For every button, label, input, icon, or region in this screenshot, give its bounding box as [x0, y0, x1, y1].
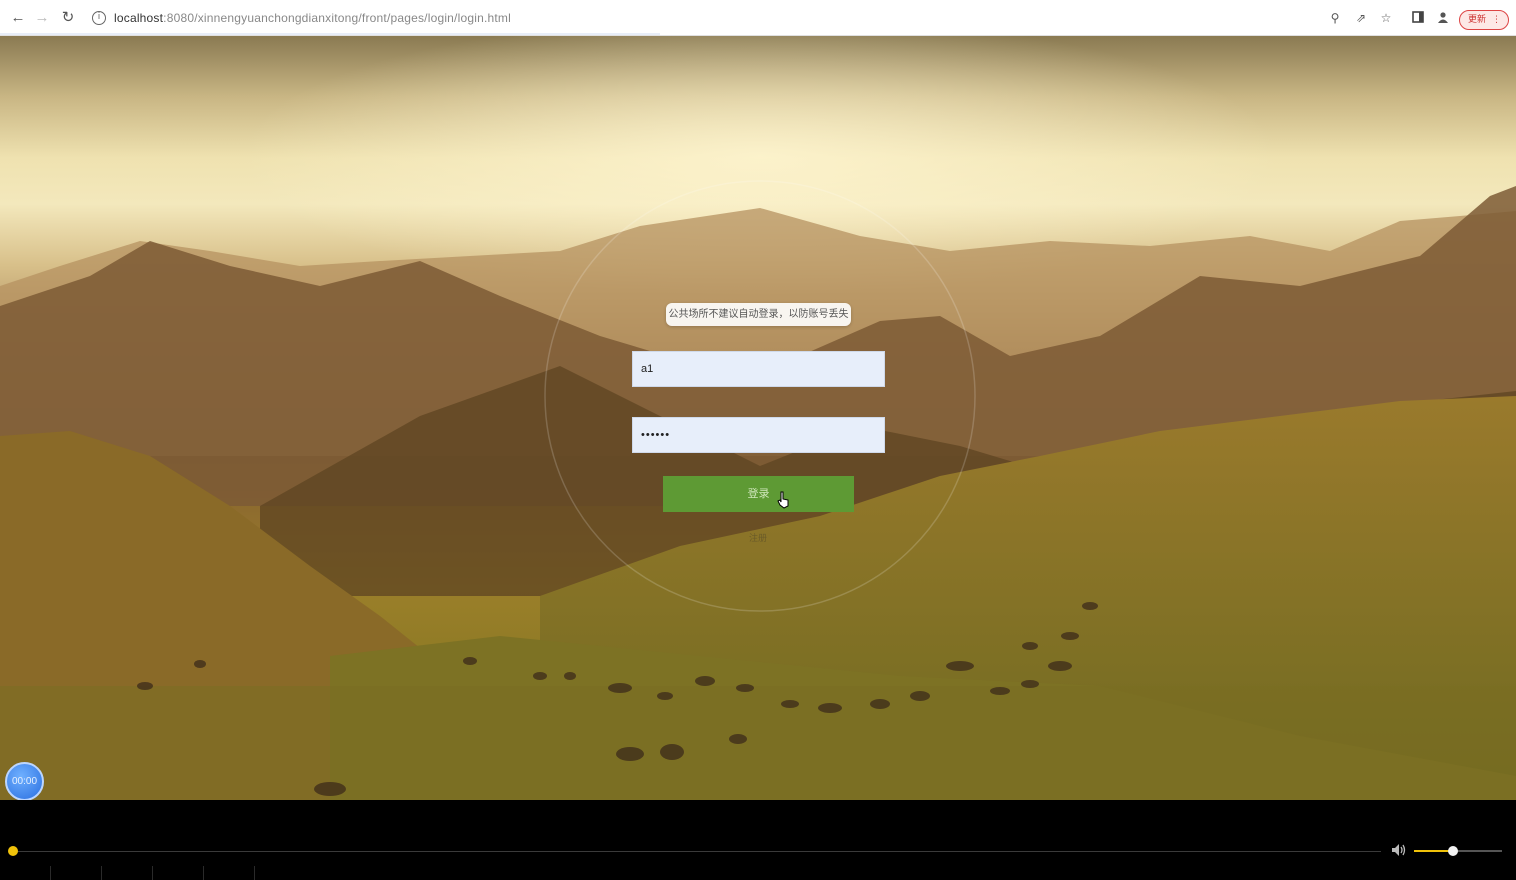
star-icon[interactable]: ☆ — [1379, 11, 1393, 25]
password-input[interactable]: •••••• — [632, 417, 885, 453]
login-button[interactable]: 登录 — [663, 476, 854, 512]
update-button[interactable]: 更新 ⋮ — [1459, 10, 1509, 30]
progress-track[interactable] — [13, 851, 1381, 852]
login-page: 公共场所不建议自动登录，以防账号丢失 a1 •••••• 登录 注册 00:00 — [0, 36, 1516, 800]
reload-icon[interactable]: ↻ — [58, 8, 78, 28]
player-divider — [254, 866, 255, 880]
menu-dots-icon[interactable]: ⋮ — [1492, 11, 1501, 28]
player-divider — [50, 866, 51, 880]
url-host: localhost — [114, 11, 164, 25]
register-link[interactable]: 注册 — [741, 531, 775, 544]
update-label: 更新 — [1468, 14, 1487, 24]
progress-knob[interactable] — [8, 846, 18, 856]
url-path: :8080/xinnengyuanchongdianxitong/front/p… — [163, 11, 511, 25]
share-icon[interactable]: ⇗ — [1354, 11, 1368, 25]
volume-knob[interactable] — [1448, 846, 1458, 856]
clock-badge[interactable]: 00:00 — [5, 762, 44, 800]
sidepanel-icon[interactable] — [1411, 11, 1425, 25]
volume-icon[interactable] — [1391, 843, 1409, 859]
forward-icon[interactable]: → — [32, 8, 52, 28]
page-load-indicator — [0, 33, 660, 35]
site-info-icon[interactable]: i — [92, 11, 106, 25]
player-divider — [152, 866, 153, 880]
back-icon[interactable]: ← — [8, 8, 28, 28]
key-icon[interactable]: ⚲ — [1328, 11, 1342, 25]
profile-icon[interactable] — [1436, 11, 1450, 25]
browser-toolbar: ← → ↻ i localhost:8080/xinnengyuanchongd… — [0, 0, 1516, 36]
video-player-bar — [0, 800, 1516, 880]
address-bar[interactable]: i localhost:8080/xinnengyuanchongdianxit… — [86, 6, 1316, 30]
username-input[interactable]: a1 — [632, 351, 885, 387]
cursor-icon — [777, 491, 789, 509]
auto-login-notice: 公共场所不建议自动登录，以防账号丢失 — [666, 303, 851, 326]
player-divider — [203, 866, 204, 880]
player-divider — [101, 866, 102, 880]
